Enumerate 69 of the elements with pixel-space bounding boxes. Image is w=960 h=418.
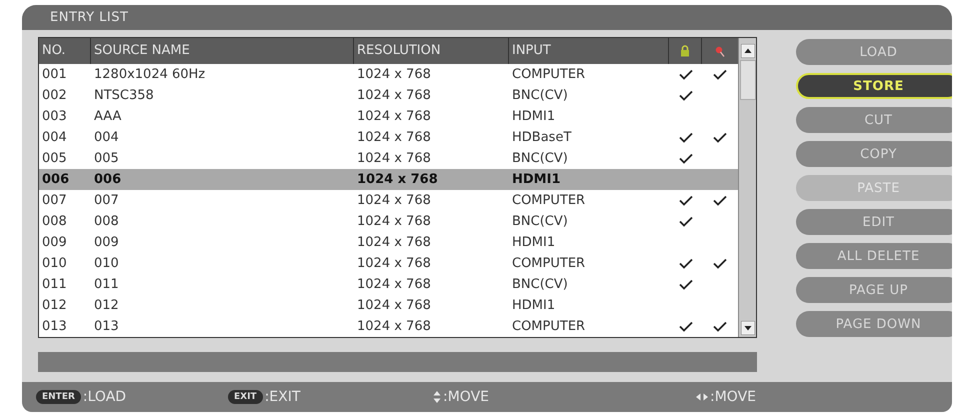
source-name-cell-text: 013	[93, 319, 120, 334]
source-name-cell-text: 008	[93, 214, 120, 229]
left-right-arrow-icon	[696, 393, 708, 401]
source-name-cell-text: NTSC358	[93, 88, 155, 103]
resolution-cell-text: 1024 x 768	[356, 151, 432, 166]
footer-hint: :LOAD	[82, 389, 126, 405]
number-cell-text: 003	[41, 109, 68, 124]
input-cell-text: BNC(CV)	[511, 151, 569, 166]
number-cell-text: 001	[41, 67, 68, 82]
lock-icon	[680, 45, 690, 57]
resolution-cell-text: 1024 x 768	[356, 193, 432, 208]
input-cell-text: COMPUTER	[511, 256, 586, 271]
scrollbar[interactable]	[738, 38, 756, 337]
footer-hint: :MOVE	[443, 389, 489, 405]
source-name-cell-text: AAA	[93, 109, 122, 124]
number-cell-text: 008	[41, 214, 68, 229]
footer-hint: :MOVE	[710, 389, 756, 405]
table-row[interactable]: 006 006 1024 x 768 HDMI1	[39, 169, 738, 190]
scroll-up-arrow-icon[interactable]	[740, 44, 754, 58]
source-name-cell-text: 006	[93, 172, 122, 187]
scroll-thumb[interactable]	[740, 60, 756, 100]
input-cell-text: HDMI1	[511, 109, 556, 124]
source-name-cell-text: 1280x1024 60Hz	[93, 67, 206, 82]
resolution-cell-text: 1024 x 768	[356, 235, 432, 250]
resolution-cell-text: 1024 x 768	[356, 109, 432, 124]
resolution-cell-text: 1024 x 768	[356, 319, 432, 334]
source-name-cell-text: 009	[93, 235, 120, 250]
resolution-cell-text: 1024 x 768	[356, 298, 432, 313]
window-title: ENTRY LIST	[50, 10, 128, 25]
number-cell-text: 006	[41, 172, 70, 187]
scroll-down-arrow-icon[interactable]	[740, 321, 754, 335]
number-cell-text: 010	[41, 256, 68, 271]
input-cell-text: HDMI1	[511, 235, 556, 250]
number-cell-text: 002	[41, 88, 68, 103]
input-cell-text: HDMI1	[511, 298, 556, 313]
number-cell-text: 013	[41, 319, 68, 334]
number-cell-text: 011	[41, 277, 68, 292]
resolution-cell-text: 1024 x 768	[356, 130, 432, 145]
input-cell-text: COMPUTER	[511, 67, 586, 82]
pin-icon	[715, 46, 725, 56]
up-down-arrow-icon	[433, 391, 441, 403]
number-cell-text: 009	[41, 235, 68, 250]
key-badge: ENTER	[36, 390, 81, 404]
resolution-cell-text: 1024 x 768	[356, 172, 439, 187]
resolution-cell-text: 1024 x 768	[356, 256, 432, 271]
source-name-cell-text: 012	[93, 298, 120, 313]
input-cell-text: COMPUTER	[511, 319, 586, 334]
number-cell-text: 004	[41, 130, 68, 145]
resolution-cell-text: 1024 x 768	[356, 67, 432, 82]
input-cell-text: HDBaseT	[511, 130, 572, 145]
input-cell-text: BNC(CV)	[511, 277, 569, 292]
resolution-cell-text: 1024 x 768	[356, 88, 432, 103]
source-name-cell-text: 004	[93, 130, 120, 145]
resolution-cell-text: 1024 x 768	[356, 277, 432, 292]
source-name-cell-text: 011	[93, 277, 120, 292]
source-name-cell-text: 005	[93, 151, 120, 166]
key-badge: EXIT	[228, 390, 263, 404]
number-cell-text: 012	[41, 298, 68, 313]
input-cell-text: COMPUTER	[511, 193, 586, 208]
source-name-cell-text: 007	[93, 193, 120, 208]
footer-hint: :EXIT	[264, 389, 300, 405]
input-cell-text: BNC(CV)	[511, 214, 569, 229]
input-cell-text: BNC(CV)	[511, 88, 569, 103]
resolution-cell-text: 1024 x 768	[356, 214, 432, 229]
number-cell-text: 005	[41, 151, 68, 166]
input-cell-text: HDMI1	[511, 172, 562, 187]
number-cell-text: 007	[41, 193, 68, 208]
source-name-cell-text: 010	[93, 256, 120, 271]
menu-button[interactable]: STORE	[796, 73, 952, 99]
